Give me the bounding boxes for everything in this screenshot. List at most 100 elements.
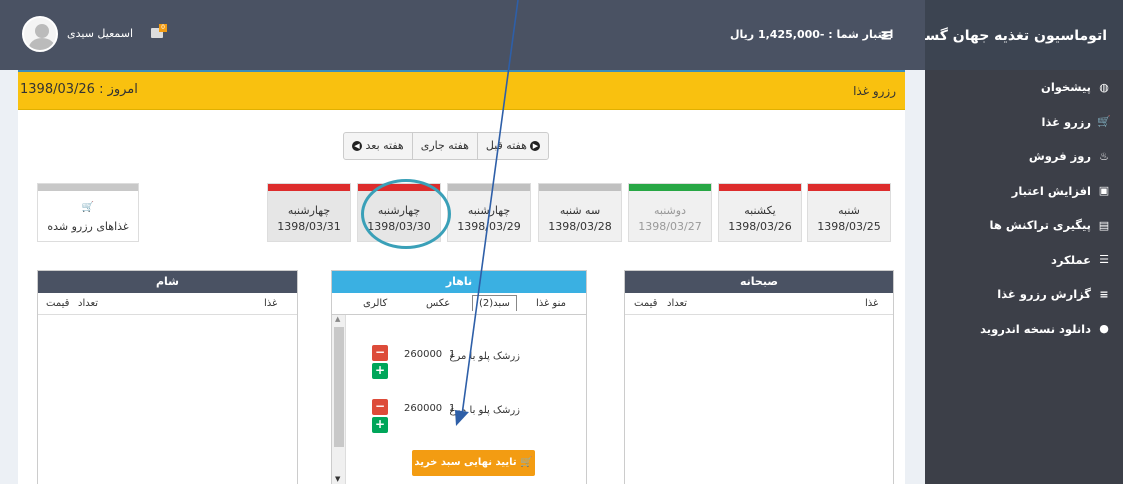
cart-icon: 🛒 xyxy=(520,457,533,468)
sidebar-item-label: روز فروش xyxy=(1028,149,1091,164)
reserved-foods-tab[interactable]: 🛒 غذاهای رزرو شده xyxy=(37,183,139,242)
credit-balance: اعتبار شما : -1,425,000 ریال xyxy=(730,28,894,41)
day-status-strip xyxy=(719,184,801,191)
top-bar: ≡ اعتبار شما : -1,425,000 ریال 0 اسمعیل … xyxy=(0,0,925,70)
day-status-strip xyxy=(629,184,711,191)
day-name: شنبه xyxy=(838,204,860,217)
user-name[interactable]: اسمعیل سیدی xyxy=(67,27,133,40)
food-name: زرشک پلو با مرغ xyxy=(449,405,520,416)
lunch-tabs: کالری عکس سبد(2) منو غذا xyxy=(332,293,586,315)
sidebar-menu: ◍ پیشخوان 🛒 رزرو غذا ♨ روز فروش ▣ افزایش… xyxy=(925,70,1123,346)
main-content: رزرو غذا امروز : 1398/03/26 هفته بعد ◀ ه… xyxy=(18,70,905,484)
sidebar-item-label: پیگیری تراکنش ها xyxy=(989,218,1091,233)
day-name: سه شنبه xyxy=(559,204,601,217)
reserved-foods-label: غذاهای رزرو شده xyxy=(47,220,129,233)
day-date: 1398/03/29 xyxy=(457,220,521,233)
sidebar-item-label: پیشخوان xyxy=(1041,80,1091,95)
remove-button[interactable]: − xyxy=(372,399,388,415)
breakfast-panel: صبحانه قیمت تعداد غذا xyxy=(624,270,894,484)
chevron-right-icon: ▶ xyxy=(530,141,541,151)
sidebar-item-label: رزرو غذا xyxy=(1041,114,1091,129)
money-icon: ▣ xyxy=(1098,184,1110,198)
sidebar-item-android[interactable]: ● دانلود نسخه اندروید xyxy=(925,312,1123,347)
day-status-strip xyxy=(268,184,350,191)
day-date: 1398/03/27 xyxy=(638,220,702,233)
cart-item: زرشک پلو با مرغ 1 260000 − + xyxy=(332,395,572,445)
notification-badge: 0 xyxy=(159,24,167,32)
day-status-strip xyxy=(808,184,890,191)
day-date: 1398/03/26 xyxy=(728,220,792,233)
chevron-left-icon: ◀ xyxy=(352,141,362,151)
sidebar-item-day-sale[interactable]: ♨ روز فروش xyxy=(925,139,1123,174)
day-tab[interactable]: دوشنبه 1398/03/27 xyxy=(628,183,712,242)
prev-week-button[interactable]: ▶ هفته قبل xyxy=(476,133,549,159)
dinner-panel: شام قیمت تعداد غذا xyxy=(37,270,298,484)
scroll-up-icon[interactable]: ▲ xyxy=(335,315,340,323)
day-name: چهارشنبه xyxy=(467,204,511,217)
col-qty: تعداد xyxy=(78,298,99,309)
android-icon: ● xyxy=(1099,322,1109,336)
dinner-columns: قیمت تعداد غذا xyxy=(38,293,297,315)
day-tab[interactable]: چهارشنبه 1398/03/29 xyxy=(447,183,531,242)
tab-cart[interactable]: سبد(2) xyxy=(472,295,517,311)
sidebar-item-reserve-report[interactable]: ≡ گزارش رزرو غذا xyxy=(925,277,1123,312)
sidebar-item-label: گزارش رزرو غذا xyxy=(997,287,1091,302)
report-icon: ≡ xyxy=(1099,287,1109,301)
lunch-title: ناهار xyxy=(332,271,586,293)
day-tab[interactable]: شنبه 1398/03/25 xyxy=(807,183,891,242)
sidebar-item-label: افزایش اعتبار xyxy=(1011,183,1091,198)
food-qty: 1 xyxy=(449,403,456,414)
brand[interactable]: اتوماسیون تغذیه جهان گستر xyxy=(911,0,1123,70)
food-price: 260000 xyxy=(404,403,443,414)
breakfast-columns: قیمت تعداد غذا xyxy=(625,293,893,315)
col-price: قیمت xyxy=(46,298,70,309)
day-tab[interactable]: چهارشنبه 1398/03/31 xyxy=(267,183,351,242)
day-status-strip xyxy=(448,184,530,191)
sidebar-item-dashboard[interactable]: ◍ پیشخوان xyxy=(925,70,1123,105)
cart-item: زرشک پلو با مرغ 1 260000 − + xyxy=(332,341,572,391)
annotation-circle xyxy=(361,179,451,249)
current-week-button[interactable]: هفته جاری xyxy=(411,133,477,159)
day-tab[interactable]: سه شنبه 1398/03/28 xyxy=(538,183,622,242)
col-price: قیمت xyxy=(634,298,658,309)
tab-photo[interactable]: عکس xyxy=(426,298,450,309)
confirm-cart-button[interactable]: 🛒 تایید نهایی سبد خرید xyxy=(412,450,535,476)
notification-icon[interactable]: 0 xyxy=(151,24,167,38)
today-date: امروز : 1398/03/26 xyxy=(20,82,138,97)
sidebar-item-transactions[interactable]: ▤ پیگیری تراکنش ها xyxy=(925,208,1123,243)
breakfast-title: صبحانه xyxy=(625,271,893,293)
day-name: دوشنبه xyxy=(654,204,686,217)
sidebar-item-performance[interactable]: ☰ عملکرد xyxy=(925,243,1123,278)
add-button[interactable]: + xyxy=(372,363,388,379)
day-status-strip xyxy=(539,184,621,191)
col-qty: تعداد xyxy=(667,298,688,309)
col-food: غذا xyxy=(264,298,278,309)
sidebar-item-increase-credit[interactable]: ▣ افزایش اعتبار xyxy=(925,174,1123,209)
sidebar-item-label: دانلود نسخه اندروید xyxy=(980,321,1091,336)
remove-button[interactable]: − xyxy=(372,345,388,361)
food-name: زرشک پلو با مرغ xyxy=(449,351,520,362)
tab-calorie[interactable]: کالری xyxy=(363,298,387,309)
day-date: 1398/03/25 xyxy=(817,220,881,233)
flame-icon: ♨ xyxy=(1099,149,1109,163)
day-tab[interactable]: یکشنبه 1398/03/26 xyxy=(718,183,802,242)
add-button[interactable]: + xyxy=(372,417,388,433)
avatar[interactable] xyxy=(22,16,58,52)
next-week-button[interactable]: هفته بعد ◀ xyxy=(344,133,412,159)
cart-icon: 🛒 xyxy=(81,202,95,213)
tab-menu[interactable]: منو غذا xyxy=(536,298,566,309)
list-icon: ☰ xyxy=(1099,253,1109,267)
receipt-icon: ▤ xyxy=(1098,218,1110,232)
day-date: 1398/03/28 xyxy=(548,220,612,233)
food-qty: 1 xyxy=(449,349,456,360)
food-price: 260000 xyxy=(404,349,443,360)
sidebar: اتوماسیون تغذیه جهان گستر ◍ پیشخوان 🛒 رز… xyxy=(911,0,1123,484)
day-name: یکشنبه xyxy=(744,204,776,217)
dashboard-icon: ◍ xyxy=(1099,80,1109,94)
page-title: رزرو غذا xyxy=(853,84,896,98)
sidebar-item-reserve[interactable]: 🛒 رزرو غذا xyxy=(925,105,1123,140)
col-food: غذا xyxy=(865,298,879,309)
scroll-down-icon[interactable]: ▼ xyxy=(335,475,340,483)
sidebar-item-label: عملکرد xyxy=(1050,252,1091,267)
cart-icon: 🛒 xyxy=(1097,115,1111,129)
